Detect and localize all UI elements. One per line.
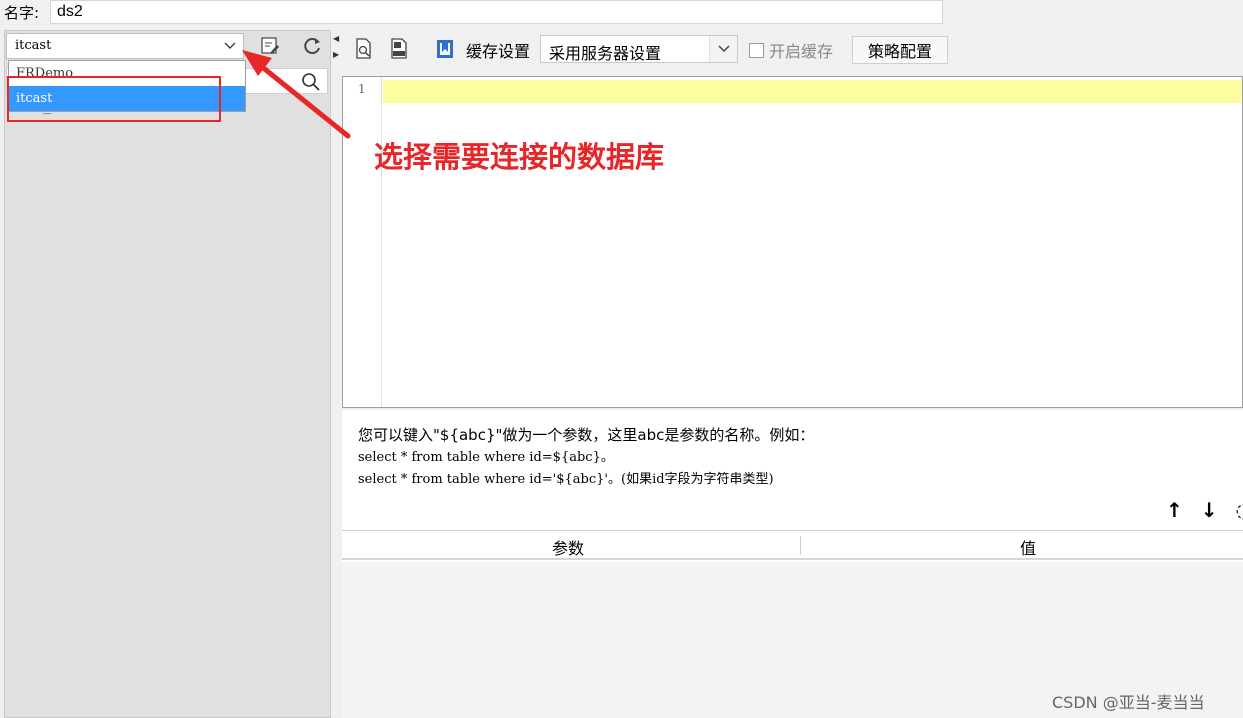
name-label: 名字: bbox=[4, 4, 40, 22]
current-line-highlight[interactable] bbox=[383, 80, 1242, 103]
annotation-text: 选择需要连接的数据库 bbox=[374, 140, 665, 174]
column-header-param[interactable]: 参数 bbox=[552, 535, 584, 559]
hint-example-1: select * from table where id=${abc}。 bbox=[358, 450, 614, 465]
chevron-down-icon[interactable] bbox=[709, 36, 737, 62]
watermark: CSDN @亚当-麦当当 bbox=[1052, 693, 1205, 712]
hint-text: 您可以键入"${abc}"做为一个参数，这里abc是参数的名称。例如： bbox=[358, 426, 815, 444]
checkbox[interactable] bbox=[749, 42, 764, 58]
sql-button[interactable] bbox=[387, 37, 411, 61]
arrow-up-icon[interactable]: ↑ bbox=[1166, 498, 1183, 522]
refresh-param-icon[interactable]: ◌ bbox=[1236, 498, 1243, 522]
column-header-value[interactable]: 值 bbox=[1020, 535, 1036, 559]
cache-select-value: 采用服务器设置 bbox=[549, 44, 662, 63]
sql-editor[interactable]: 1 bbox=[342, 76, 1243, 408]
bookmark-icon bbox=[437, 40, 453, 58]
datasource-select[interactable]: itcast bbox=[6, 33, 244, 59]
enable-cache-label: 开启缓存 bbox=[769, 42, 834, 61]
arrow-down-icon[interactable]: ↓ bbox=[1201, 498, 1218, 522]
datasource-select-value: itcast bbox=[15, 38, 52, 53]
policy-config-button[interactable]: 策略配置 bbox=[852, 36, 948, 64]
param-order-controls: ↑ ↓ ◌ bbox=[1166, 498, 1243, 522]
name-input[interactable]: ds2 bbox=[50, 0, 943, 24]
annotation-arrow bbox=[242, 50, 351, 139]
column-divider bbox=[800, 536, 801, 555]
hint-example-2: select * from table where id='${abc}'。(如… bbox=[358, 472, 774, 487]
annotation-highlight-box bbox=[7, 76, 221, 122]
cache-button[interactable] bbox=[433, 37, 457, 61]
enable-cache-checkbox[interactable]: 开启缓存 bbox=[749, 38, 833, 62]
name-row: 名字: ds2 bbox=[0, 0, 1243, 28]
cache-settings-select[interactable]: 采用服务器设置 bbox=[540, 35, 738, 63]
table-header: 参数 值 bbox=[342, 531, 1243, 560]
cache-settings-label: 缓存设置 bbox=[466, 42, 531, 61]
sql-file-icon bbox=[391, 38, 407, 59]
parameter-hint: 您可以键入"${abc}"做为一个参数，这里abc是参数的名称。例如： sele… bbox=[342, 410, 1243, 530]
